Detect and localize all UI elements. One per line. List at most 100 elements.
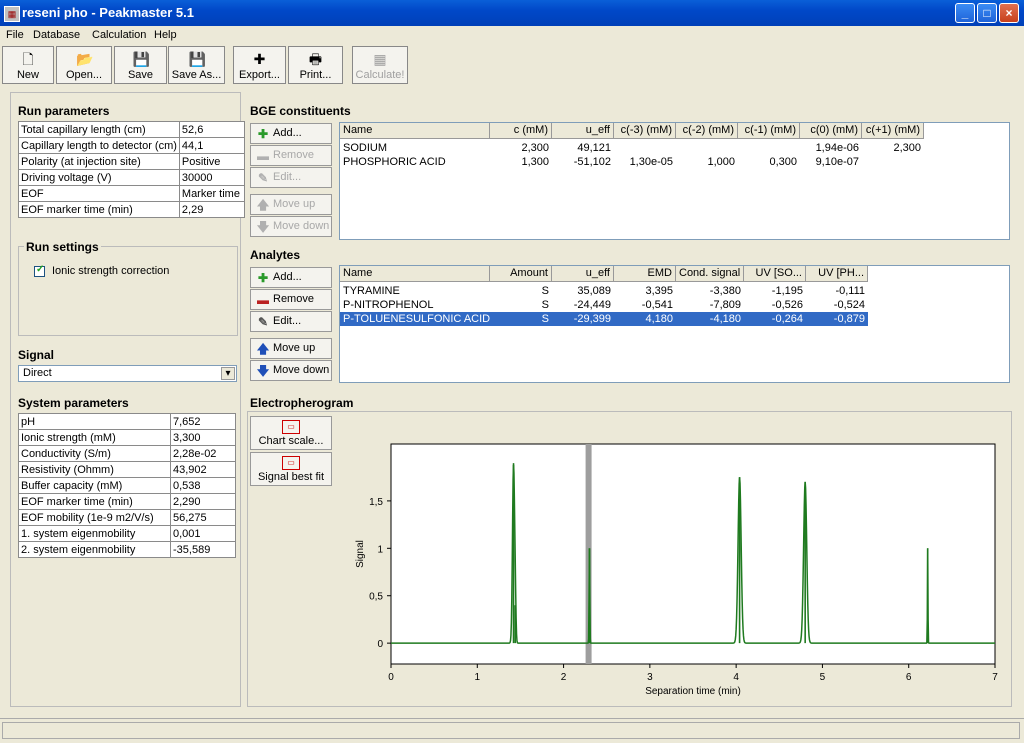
calculate-button[interactable]: ▦ Calculate! (352, 46, 408, 84)
column-header[interactable]: c (mM) (490, 123, 552, 139)
menu-file[interactable]: File (6, 29, 24, 41)
save-as-button[interactable]: 💾 Save As... (168, 46, 225, 84)
x-tick-label: 2 (561, 672, 567, 683)
bge-move-down-label: Move down (273, 220, 330, 232)
open-button[interactable]: 📂 Open... (56, 46, 112, 84)
bge-grid[interactable]: Name c (mM) u_eff c(-3) (mM) c(-2) (mM) c(-1)… (339, 122, 1010, 240)
analytes-edit-button[interactable]: ✎ Edit... (250, 311, 332, 332)
param-value[interactable]: Marker time (178, 185, 245, 202)
x-tick-label: 4 (733, 672, 739, 683)
table-cell: -29,399 (573, 313, 611, 325)
minimize-button[interactable]: _ (955, 3, 975, 23)
column-header[interactable]: Name (340, 266, 490, 282)
x-tick-label: 0 (388, 672, 394, 683)
run-settings-title: Run settings (24, 240, 101, 254)
table-row[interactable]: P-TOLUENESULFONIC ACID S -29,399 4,180 -4,18… (340, 312, 868, 326)
dropdown-arrow-icon[interactable]: ▾ (221, 367, 235, 380)
signal-best-fit-button[interactable]: ▭ Signal best fit (250, 452, 332, 486)
param-value[interactable]: 2,29 (178, 201, 245, 218)
analytes-title: Analytes (250, 248, 301, 262)
column-header[interactable]: c(+1) (mM) (862, 123, 924, 139)
column-header[interactable]: c(-1) (mM) (738, 123, 800, 139)
column-header[interactable]: u_eff (552, 266, 614, 282)
save-button[interactable]: 💾 Save (114, 46, 167, 84)
calculator-icon: ▦ (373, 51, 387, 67)
bge-title: BGE constituents (250, 104, 351, 118)
table-row[interactable]: TYRAMINE S 35,089 3,395 -3,380 -1,195 -0,111 (340, 284, 868, 298)
table-cell: -0,111 (835, 285, 865, 297)
param-row: EOF Marker time (18, 185, 245, 202)
param-value[interactable]: 30000 (178, 169, 245, 186)
menu-database[interactable]: Database (33, 29, 80, 41)
param-value[interactable]: 44,1 (178, 137, 245, 154)
calculate-label: Calculate! (355, 69, 405, 81)
table-row[interactable]: PHOSPHORIC ACID 1,300 -51,102 1,30e-05 1,000… (340, 155, 924, 169)
column-header[interactable]: c(0) (mM) (800, 123, 862, 139)
column-header[interactable]: UV [SO... (744, 266, 806, 282)
param-value: 0,001 (170, 525, 236, 542)
chart-scale-button[interactable]: ▭ Chart scale... (250, 416, 332, 450)
param-value: 3,300 (170, 429, 236, 446)
maximize-button[interactable]: □ (977, 3, 997, 23)
table-row[interactable]: P-NITROPHENOL S -24,449 -0,541 -7,809 -0,526 -… (340, 298, 868, 312)
column-header[interactable]: EMD (614, 266, 676, 282)
column-header[interactable]: c(-2) (mM) (676, 123, 738, 139)
menu-bar: File Database Calculation Help (0, 26, 1024, 44)
status-bar (0, 718, 1024, 743)
column-header[interactable]: c(-3) (mM) (614, 123, 676, 139)
open-label: Open... (65, 69, 103, 81)
param-value: 2,28e-02 (170, 445, 236, 462)
system-parameters-title: System parameters (18, 396, 129, 410)
param-row: 2. system eigenmobility -35,589 (18, 541, 236, 558)
print-label: Print... (299, 69, 332, 81)
menu-calculation[interactable]: Calculation (92, 29, 146, 41)
table-cell: 9,10e-07 (815, 156, 859, 168)
ionic-strength-checkbox[interactable]: ✓ (34, 264, 45, 277)
param-label: Driving voltage (V) (18, 169, 180, 186)
signal-select[interactable]: Direct ▾ (18, 365, 237, 382)
menu-help[interactable]: Help (154, 29, 177, 41)
electropherogram-chart[interactable]: 0 1 2 3 4 5 6 7 0 0,5 1 1,5 Separation time (min) Sig… (340, 430, 1006, 705)
bge-move-down-button[interactable]: 🡇 Move down (250, 216, 332, 237)
print-button[interactable]: 🖶 Print... (288, 46, 343, 84)
bge-edit-button[interactable]: ✎ Edit... (250, 167, 332, 188)
bge-edit-label: Edit... (273, 171, 302, 183)
export-icon: ✚ (253, 51, 266, 67)
analytes-grid[interactable]: Name Amount u_eff EMD Cond. signal UV [SO... U… (339, 265, 1010, 383)
close-button[interactable]: × (999, 3, 1019, 23)
table-cell: -0,526 (771, 299, 803, 311)
param-label: Ionic strength (mM) (18, 429, 171, 446)
printer-icon: 🖶 (308, 51, 323, 67)
table-row[interactable]: SODIUM 2,300 49,121 1,94e-06 2,300 (340, 141, 924, 155)
bge-remove-button[interactable]: ▬ Remove (250, 145, 332, 166)
column-header[interactable]: u_eff (552, 123, 614, 139)
param-row: Total capillary length (cm) 52,6 (18, 121, 245, 138)
y-tick-label: 1,5 (369, 497, 383, 508)
export-label: Export... (239, 69, 280, 81)
param-row: Ionic strength (mM) 3,300 (18, 429, 236, 446)
bge-move-up-button[interactable]: 🡅 Move up (250, 194, 332, 215)
export-button[interactable]: ✚ Export... (233, 46, 286, 84)
column-header[interactable]: Amount (490, 266, 552, 282)
param-value: 2,290 (170, 493, 236, 510)
run-settings-group (18, 246, 238, 336)
column-header[interactable]: Cond. signal (676, 266, 744, 282)
column-header[interactable]: Name (340, 123, 490, 139)
param-value[interactable]: Positive (178, 153, 245, 170)
new-button[interactable]: 🗋 New (2, 46, 54, 84)
bge-add-button[interactable]: ✚ Add... (250, 123, 332, 144)
param-label: EOF mobility (1e-9 m2/V/s) (18, 509, 171, 526)
status-panel (2, 722, 1020, 739)
arrow-down-icon: 🡇 (256, 220, 270, 234)
analytes-add-button[interactable]: ✚ Add... (250, 267, 332, 288)
param-label: Capillary length to detector (cm) (18, 137, 180, 154)
param-label: 1. system eigenmobility (18, 525, 171, 542)
table-cell: 1,000 (707, 156, 735, 168)
analytes-move-up-button[interactable]: 🡅 Move up (250, 338, 332, 359)
column-header[interactable]: UV [PH... (806, 266, 868, 282)
analytes-move-down-button[interactable]: 🡇 Move down (250, 360, 332, 381)
window-title: reseni pho - Peakmaster 5.1 (22, 5, 194, 20)
param-value[interactable]: 52,6 (178, 121, 245, 138)
param-label: Conductivity (S/m) (18, 445, 171, 462)
analytes-remove-button[interactable]: ▬ Remove (250, 289, 332, 310)
